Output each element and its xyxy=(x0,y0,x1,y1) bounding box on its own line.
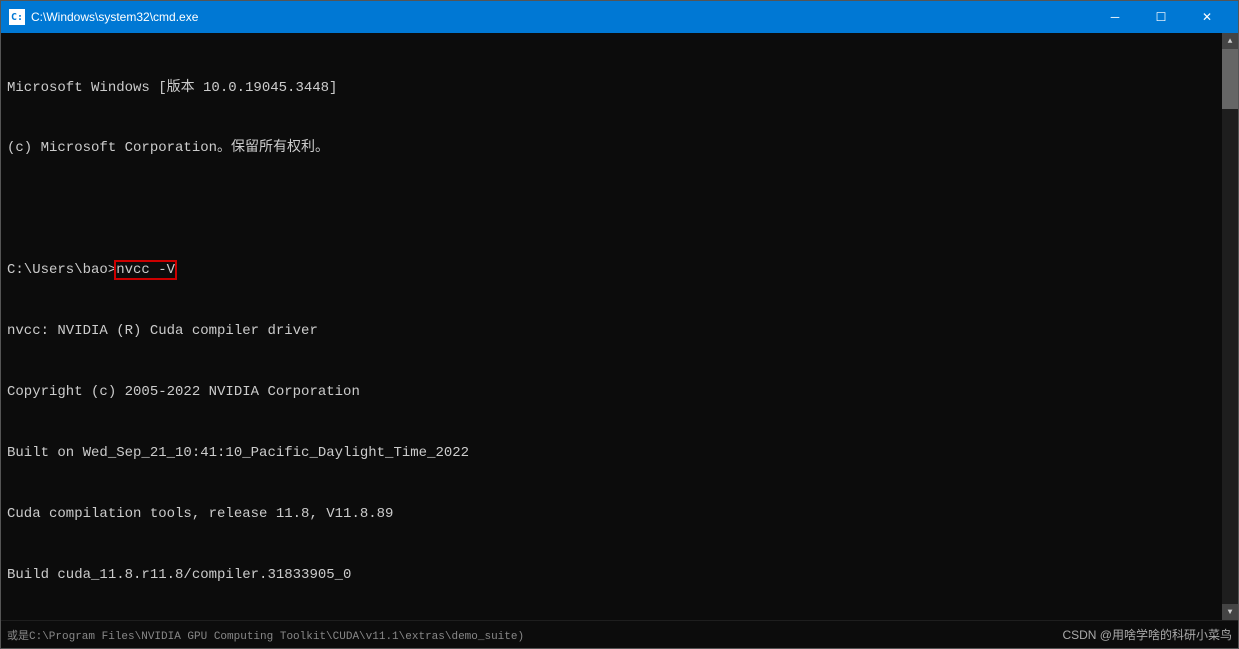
close-button[interactable]: ✕ xyxy=(1184,1,1230,33)
scrollbar-track[interactable] xyxy=(1222,49,1238,604)
command-text-1: nvcc -V xyxy=(116,262,175,278)
restore-button[interactable]: ☐ xyxy=(1138,1,1184,33)
prompt-text-1: C:\Users\bao> xyxy=(7,262,116,278)
window-icon: C: xyxy=(9,9,25,25)
title-bar: C: C:\Windows\system32\cmd.exe ─ ☐ ✕ xyxy=(1,1,1238,33)
console-line-4: nvcc: NVIDIA (R) Cuda compiler driver xyxy=(7,321,1216,341)
console-line-6: Built on Wed_Sep_21_10:41:10_Pacific_Day… xyxy=(7,443,1216,463)
window-controls: ─ ☐ ✕ xyxy=(1092,1,1230,33)
cmd-window: C: C:\Windows\system32\cmd.exe ─ ☐ ✕ Mic… xyxy=(0,0,1239,649)
scrollbar-thumb[interactable] xyxy=(1222,49,1238,109)
console-line-7: Cuda compilation tools, release 11.8, V1… xyxy=(7,504,1216,524)
scrollbar-down-arrow[interactable]: ▼ xyxy=(1222,604,1238,620)
console-line-8: Build cuda_11.8.r11.8/compiler.31833905_… xyxy=(7,565,1216,585)
console-line-2: (c) Microsoft Corporation。保留所有权利。 xyxy=(7,138,1216,158)
bottom-path-text: 或是C:\Program Files\NVIDIA GPU Computing … xyxy=(7,627,524,643)
command-highlight-1: nvcc -V xyxy=(116,262,175,278)
console-prompt-1: C:\Users\bao>nvcc -V xyxy=(7,260,1216,280)
watermark-text: CSDN @用啥学啥的科研小菜鸟 xyxy=(1062,626,1232,643)
console-area: Microsoft Windows [版本 10.0.19045.3448] (… xyxy=(1,33,1238,620)
console-line-5: Copyright (c) 2005-2022 NVIDIA Corporati… xyxy=(7,382,1216,402)
console-output[interactable]: Microsoft Windows [版本 10.0.19045.3448] (… xyxy=(1,33,1222,620)
bottom-bar: 或是C:\Program Files\NVIDIA GPU Computing … xyxy=(1,620,1238,648)
title-bar-text: C:\Windows\system32\cmd.exe xyxy=(31,10,1092,24)
console-line-3 xyxy=(7,199,1216,219)
minimize-button[interactable]: ─ xyxy=(1092,1,1138,33)
console-line-1: Microsoft Windows [版本 10.0.19045.3448] xyxy=(7,78,1216,98)
scrollbar-up-arrow[interactable]: ▲ xyxy=(1222,33,1238,49)
scrollbar[interactable]: ▲ ▼ xyxy=(1222,33,1238,620)
